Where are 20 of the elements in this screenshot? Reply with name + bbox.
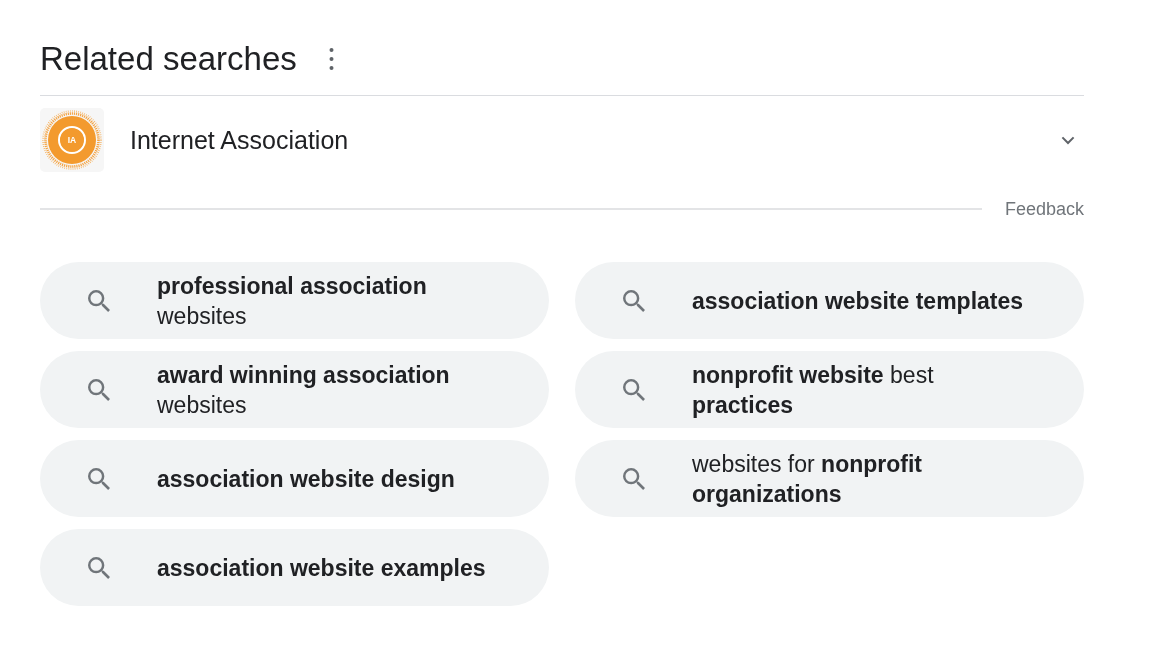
feedback-link[interactable]: Feedback [1004,198,1084,220]
search-icon [88,378,110,401]
chevron-icon[interactable] [1061,135,1075,145]
logo-icon: IA [40,108,104,172]
entity-name: Internet Association [130,125,350,155]
search-icon [88,289,110,312]
search-icon [623,467,645,490]
search-suggestion[interactable]: association website templates [575,262,1084,339]
search-icon [623,378,645,401]
search-suggestion[interactable]: nonprofit website best practices [575,351,1084,428]
search-suggestion[interactable]: association website design [40,440,549,517]
search-icon [623,289,645,312]
search-icon [88,467,110,490]
search-suggestion[interactable]: professional association websites [40,262,549,339]
section-title: Related searches [40,39,297,79]
search-icon [88,556,110,579]
search-suggestion[interactable]: association website examples [40,529,549,606]
search-suggestion[interactable]: award winning association websites [40,351,549,428]
search-suggestion[interactable]: websites for nonprofit organizations [575,440,1084,517]
more-options-icon[interactable] [328,48,334,70]
